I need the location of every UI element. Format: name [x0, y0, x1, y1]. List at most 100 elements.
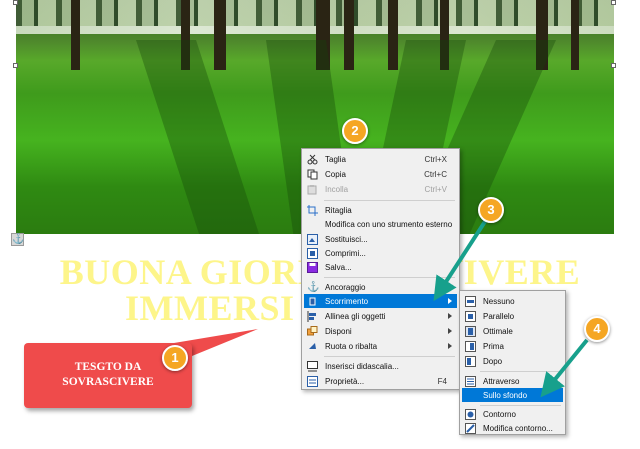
menu-item-scorrimento[interactable]: Scorrimento	[304, 294, 457, 308]
menu-item-label: Modifica contorno...	[483, 423, 553, 433]
wrap-parallel-icon	[465, 310, 476, 322]
menu-item-label: Ritaglia	[325, 205, 352, 215]
paste-icon	[307, 184, 318, 195]
submenu-arrow-icon	[448, 298, 452, 304]
menu-item-label: Ottimale	[483, 326, 513, 336]
menu-item-copia[interactable]: Copia Ctrl+C	[304, 167, 457, 181]
menu-item-ritaglia[interactable]: Ritaglia	[304, 203, 457, 217]
anchor-icon: ⚓	[307, 281, 320, 293]
submenu-item-contorno[interactable]: Contorno	[462, 407, 563, 421]
save-icon	[307, 261, 318, 273]
callout-line-2: SOVRASCIVERE	[62, 376, 154, 388]
menu-item-label: Scorrimento	[325, 296, 369, 306]
menu-item-label: Salva...	[325, 262, 352, 272]
shortcut: Ctrl+X	[424, 154, 447, 164]
menu-item-didascalia[interactable]: Inserisci didascalia...	[304, 359, 457, 373]
menu-item-label: Proprietà...	[325, 376, 365, 386]
menu-item-label: Ruota o ribalta	[325, 341, 378, 351]
photo-shadow	[136, 40, 261, 234]
submenu-item-prima[interactable]: Prima	[462, 339, 563, 353]
properties-icon	[307, 375, 318, 387]
menu-item-label: Nessuno	[483, 296, 515, 306]
menu-item-incolla[interactable]: Incolla Ctrl+V	[304, 182, 457, 196]
resize-handle-top-left[interactable]	[13, 0, 18, 5]
caption-icon	[307, 360, 318, 372]
menu-separator	[324, 200, 455, 201]
menu-item-label: Sostituisci...	[325, 234, 368, 244]
menu-item-label: Inserisci didascalia...	[325, 361, 399, 371]
resize-handle-right[interactable]	[611, 63, 616, 68]
menu-item-label: Copia	[325, 169, 346, 179]
tree-trunk	[344, 0, 354, 70]
submenu-arrow-icon	[448, 284, 452, 290]
submenu-arrow-icon	[448, 343, 452, 349]
menu-item-sostituisci[interactable]: Sostituisci...	[304, 232, 457, 246]
menu-item-salva[interactable]: Salva...	[304, 260, 457, 274]
wrap-after-icon	[465, 355, 476, 367]
menu-item-label: Modifica con uno strumento esterno	[325, 219, 453, 229]
menu-item-label: Incolla	[325, 184, 349, 194]
submenu-item-modifica-contorno[interactable]: Modifica contorno...	[462, 421, 563, 435]
submenu-arrow-icon	[448, 313, 452, 319]
menu-item-ruota[interactable]: Ruota o ribalta	[304, 339, 457, 353]
submenu-item-parallelo[interactable]: Parallelo	[462, 309, 563, 323]
step-badge-2: 2	[342, 118, 368, 144]
submenu-item-nessuno[interactable]: Nessuno	[462, 294, 563, 308]
menu-item-taglia[interactable]: Taglia Ctrl+X	[304, 152, 457, 166]
menu-item-label: Disponi	[325, 326, 352, 336]
context-menu: Taglia Ctrl+X Copia Ctrl+C Incolla Ctrl+…	[301, 148, 460, 390]
menu-separator	[324, 277, 455, 278]
tree-trunk	[571, 0, 579, 70]
shortcut: F4	[437, 376, 447, 386]
wrap-before-icon	[465, 340, 476, 352]
menu-item-label: Ancoraggio	[325, 282, 366, 292]
arrange-icon	[307, 325, 318, 337]
wrap-optimal-icon	[465, 325, 476, 337]
wrap-submenu: Nessuno Parallelo Ottimale Prima Dopo At…	[459, 290, 566, 435]
menu-item-label: Contorno	[483, 409, 516, 419]
wrap-none-icon	[465, 295, 476, 307]
submenu-arrow-icon	[448, 328, 452, 334]
menu-separator	[480, 371, 561, 372]
submenu-item-sullo-sfondo[interactable]: Sullo sfondo	[462, 388, 563, 402]
rotate-icon	[307, 341, 318, 352]
tree-trunk	[214, 0, 226, 70]
scissors-icon	[307, 154, 318, 165]
crop-icon	[307, 204, 318, 216]
step-badge-1: 1	[162, 345, 188, 371]
menu-item-label: Prima	[483, 341, 504, 351]
menu-item-allinea[interactable]: Allinea gli oggetti	[304, 309, 457, 323]
compress-icon	[307, 247, 318, 259]
menu-item-label: Taglia	[325, 154, 346, 164]
menu-separator	[324, 356, 455, 357]
resize-handle-left[interactable]	[13, 63, 18, 68]
menu-item-label: Parallelo	[483, 311, 515, 321]
resize-handle-top-right[interactable]	[611, 0, 616, 5]
menu-item-comprimi[interactable]: Comprimi...	[304, 246, 457, 260]
replace-image-icon	[307, 233, 318, 245]
menu-item-proprieta[interactable]: Proprietà... F4	[304, 374, 457, 388]
step-badge-4: 4	[584, 316, 610, 342]
align-icon	[307, 310, 318, 322]
menu-item-ancoraggio[interactable]: ⚓ Ancoraggio	[304, 280, 457, 294]
edit-contour-icon	[465, 422, 476, 434]
tree-trunk	[71, 0, 80, 70]
copy-icon	[307, 169, 318, 180]
menu-item-label: Allinea gli oggetti	[325, 311, 386, 321]
anchor-icon[interactable]: ⚓	[11, 233, 24, 246]
contour-icon	[465, 408, 476, 420]
menu-item-label: Comprimi...	[325, 248, 366, 258]
tree-trunk	[388, 0, 398, 70]
menu-item-label: Dopo	[483, 356, 503, 366]
menu-item-modifica-esterno[interactable]: Modifica con uno strumento esterno	[304, 217, 457, 231]
menu-item-disponi[interactable]: Disponi	[304, 324, 457, 338]
step-badge-3: 3	[478, 197, 504, 223]
wrap-through-icon	[465, 375, 476, 387]
submenu-item-ottimale[interactable]: Ottimale	[462, 324, 563, 338]
menu-separator	[480, 405, 561, 406]
submenu-item-dopo[interactable]: Dopo	[462, 354, 563, 368]
submenu-item-attraverso[interactable]: Attraverso	[462, 374, 563, 388]
wrap-icon	[307, 296, 318, 307]
photo-canopy	[16, 0, 614, 26]
menu-item-label: Sullo sfondo	[483, 390, 528, 400]
